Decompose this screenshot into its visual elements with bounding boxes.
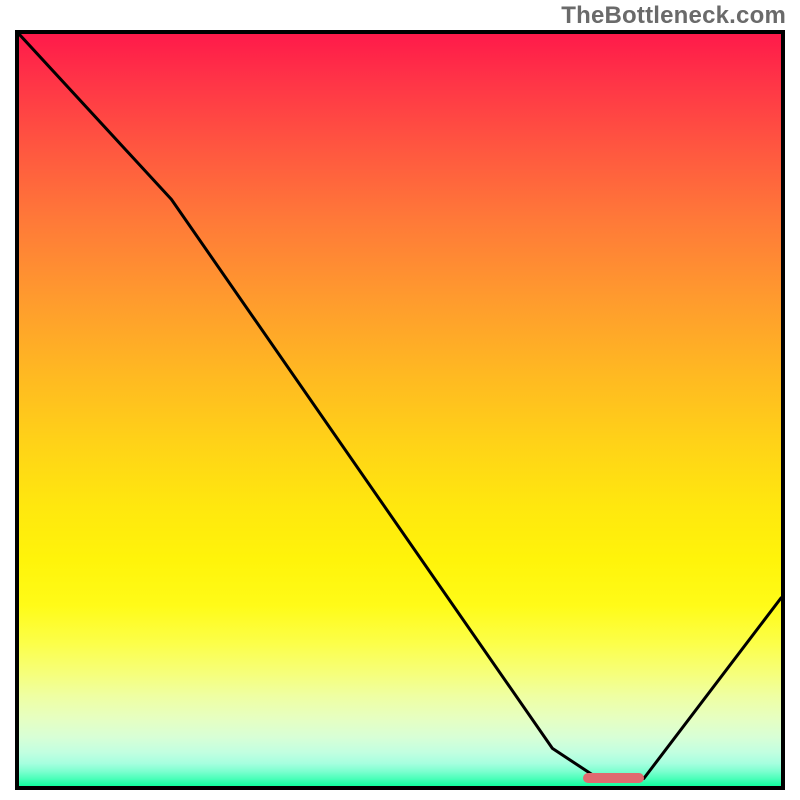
- bottleneck-curve: [19, 34, 781, 786]
- curve-path: [19, 34, 781, 779]
- plot-area: [15, 30, 785, 790]
- watermark-text: TheBottleneck.com: [561, 2, 786, 30]
- optimal-marker: [583, 773, 644, 783]
- chart-container: TheBottleneck.com: [0, 0, 800, 800]
